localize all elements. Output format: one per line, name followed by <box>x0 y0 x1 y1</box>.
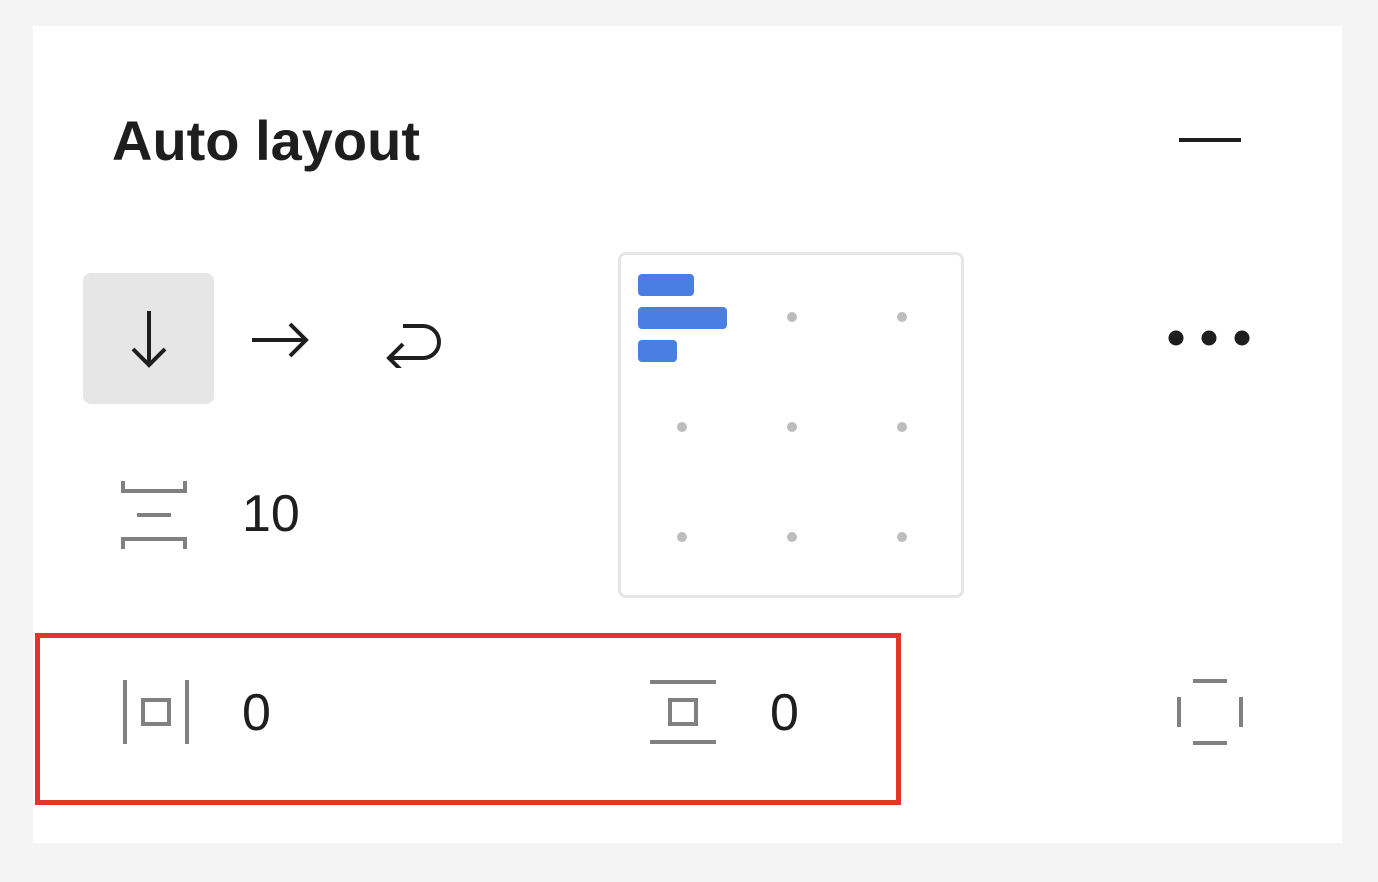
wrap-arrow-icon <box>386 324 441 368</box>
direction-vertical-button[interactable] <box>83 273 214 404</box>
gap-control[interactable] <box>115 475 193 555</box>
direction-wrap-button[interactable] <box>366 300 462 380</box>
align-bar-middle <box>638 307 727 329</box>
align-bar-top <box>638 274 694 296</box>
padding-highlight-box <box>35 633 901 805</box>
more-options-button[interactable] <box>1160 316 1260 360</box>
minus-icon <box>1179 138 1241 142</box>
individual-padding-icon <box>1177 679 1243 745</box>
vertical-spacing-icon <box>121 481 187 549</box>
more-horizontal-icon <box>1168 330 1250 346</box>
gap-value[interactable]: 10 <box>242 484 300 544</box>
individual-padding-button[interactable] <box>1170 674 1250 750</box>
arrow-down-icon <box>131 310 166 368</box>
remove-auto-layout-button[interactable] <box>1170 120 1250 160</box>
direction-horizontal-button[interactable] <box>232 300 328 380</box>
alignment-grid[interactable] <box>618 252 964 598</box>
align-bar-bottom <box>638 340 677 362</box>
alignment-grid-graphic <box>638 274 907 542</box>
section-title: Auto layout <box>112 109 420 172</box>
arrow-right-icon <box>252 322 309 358</box>
